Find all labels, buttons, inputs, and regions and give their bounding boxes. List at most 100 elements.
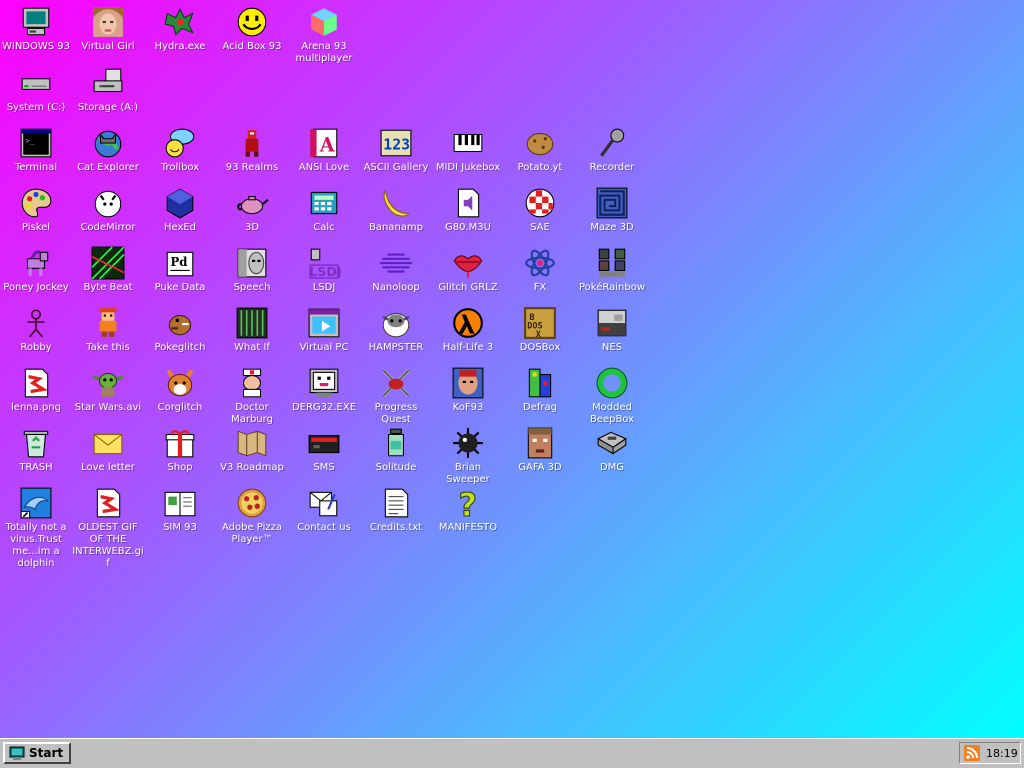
desktop-icon-93-realms[interactable]: 93 Realms [216, 126, 288, 174]
desktop-icon-windows93[interactable]: WINDOWS 93 [0, 5, 72, 53]
desktop-icon-dolphin[interactable]: Totally not a virus.Trust me...im a dolp… [0, 486, 72, 570]
desktop-icon-doctor-marburg[interactable]: Doctor Marburg [216, 366, 288, 426]
desktop-icon-brian-sweeper[interactable]: Brian Sweeper [432, 426, 504, 486]
desktop-icon-ansi-love[interactable]: A ANSI Love [288, 126, 360, 174]
desktop-icon-shop[interactable]: Shop [144, 426, 216, 474]
desktop-icon-nanoloop[interactable]: Nanoloop [360, 246, 432, 294]
desktop-icon-defrag[interactable]: Defrag [504, 366, 576, 414]
desktop-icon-modded-beepbox[interactable]: Modded BeepBox [576, 366, 648, 426]
desktop-icon-midi-jukebox[interactable]: MIDI Jukebox [432, 126, 504, 174]
desktop-icon-manifesto[interactable]: ? MANIFESTO [432, 486, 504, 534]
computer-icon [19, 5, 53, 39]
icon-label: Robby [20, 342, 52, 353]
desktop-icon-nes[interactable]: NES [576, 306, 648, 354]
desktop-icon-hydra[interactable]: Hydra.exe [144, 5, 216, 53]
desktop-icon-sim93[interactable]: SIM 93 [144, 486, 216, 534]
icon-label: Puke Data [154, 282, 206, 293]
desktop-icon-byte-beat[interactable]: Byte Beat [72, 246, 144, 294]
desktop-icon-take-this[interactable]: Take this [72, 306, 144, 354]
question-icon: ? [451, 486, 485, 520]
desktop-icon-acid-box[interactable]: Acid Box 93 [216, 5, 288, 53]
desktop-icon-adobe-pizza[interactable]: Adobe Pizza Player™ [216, 486, 288, 546]
start-button[interactable]: Start [3, 742, 71, 764]
desktop-icon-system-c[interactable]: System (C:) [0, 66, 72, 114]
desktop: WINDOWS 93 Virtual Girl Hydra.exe Acid B… [0, 0, 1024, 738]
ascii-icon: 123 [379, 126, 413, 160]
desktop-icon-terminal[interactable]: >_ Terminal [0, 126, 72, 174]
icon-label: Poney Jockey [3, 282, 69, 293]
desktop-icon-dosbox[interactable]: B DOS X DOSBox [504, 306, 576, 354]
whatif-icon [235, 306, 269, 340]
desktop-icon-derg32[interactable]: DERG32.EXE [288, 366, 360, 414]
icon-label: Recorder [589, 162, 635, 173]
desktop-icon-trash[interactable]: TRASH [0, 426, 72, 474]
rss-icon[interactable] [964, 745, 980, 761]
icon-label: Hydra.exe [154, 41, 206, 52]
ball-icon [523, 186, 557, 220]
desktop-icon-potato[interactable]: Potato.yt [504, 126, 576, 174]
clock[interactable]: 18:19 [986, 747, 1018, 760]
desktop-icon-puke-data[interactable]: Pd Puke Data [144, 246, 216, 294]
desktop-icon-3d[interactable]: 3D [216, 186, 288, 234]
lambda-icon [451, 306, 485, 340]
image-file-icon [19, 366, 53, 400]
jar-icon [379, 426, 413, 460]
desktop-icon-credits[interactable]: Credits.txt [360, 486, 432, 534]
desktop-icon-virtual-pc[interactable]: Virtual PC [288, 306, 360, 354]
desktop-icon-maze-3d[interactable]: Maze 3D [576, 186, 648, 234]
desktop-icon-progress-quest[interactable]: Progress Quest [360, 366, 432, 426]
desktop-icon-half-life-3[interactable]: Half-Life 3 [432, 306, 504, 354]
icon-label: Love letter [81, 462, 135, 473]
code-cat-icon [91, 186, 125, 220]
desktop-icon-pokerainbow[interactable]: PokéRainbow [576, 246, 648, 294]
desktop-icon-bananamp[interactable]: Bananamp [360, 186, 432, 234]
desktop-icon-arena93[interactable]: Arena 93 multiplayer [288, 5, 360, 65]
desktop-icon-g80-m3u[interactable]: G80.M3U [432, 186, 504, 234]
pixel-man-icon [91, 306, 125, 340]
calculator-icon [307, 186, 341, 220]
icon-label: Adobe Pizza Player™ [221, 522, 283, 545]
desktop-icon-piskel[interactable]: Piskel [0, 186, 72, 234]
desktop-icon-ascii-gallery[interactable]: 123 ASCII Gallery [360, 126, 432, 174]
desktop-icon-recorder[interactable]: Recorder [576, 126, 648, 174]
desktop-icon-contact-us[interactable]: Contact us [288, 486, 360, 534]
desktop-icon-poney-jockey[interactable]: Poney Jockey [0, 246, 72, 294]
pizza-icon [235, 486, 269, 520]
icon-label: V3 Roadmap [220, 462, 284, 473]
desktop-icon-hexed[interactable]: HexEd [144, 186, 216, 234]
desktop-icon-hampster[interactable]: HAMPSTER [360, 306, 432, 354]
desktop-icon-storage-a[interactable]: Storage (A:) [72, 66, 144, 114]
bytebeat-icon [91, 246, 125, 280]
desktop-icon-what-if[interactable]: What If [216, 306, 288, 354]
desktop-icon-lenna[interactable]: lenna.png [0, 366, 72, 414]
desktop-icon-corglitch[interactable]: Corglitch [144, 366, 216, 414]
icon-label: NES [601, 342, 623, 353]
desktop-icon-sms[interactable]: SMS [288, 426, 360, 474]
desktop-icon-kof93[interactable]: KoF93 [432, 366, 504, 414]
desktop-icon-dmg[interactable]: DMG [576, 426, 648, 474]
desktop-icon-gafa-3d[interactable]: GAFA 3D [504, 426, 576, 474]
desktop-icon-pokeglitch[interactable]: Pokeglitch [144, 306, 216, 354]
piano-icon [451, 126, 485, 160]
icon-label: FX [533, 282, 547, 293]
desktop-icon-cat-explorer[interactable]: Cat Explorer [72, 126, 144, 174]
desktop-icon-fx[interactable]: FX [504, 246, 576, 294]
hex-cube-icon [163, 186, 197, 220]
desktop-icon-robby[interactable]: Robby [0, 306, 72, 354]
desktop-icon-solitude[interactable]: Solitude [360, 426, 432, 474]
desktop-icon-v3-roadmap[interactable]: V3 Roadmap [216, 426, 288, 474]
icon-label: Shop [167, 462, 193, 473]
desktop-icon-lsdj[interactable]: LSDJ LSDJ [288, 246, 360, 294]
desktop-icon-trollbox[interactable]: Trollbox [144, 126, 216, 174]
desktop-icon-virtual-girl[interactable]: Virtual Girl [72, 5, 144, 53]
desktop-icon-glitch-grlz[interactable]: Glitch GRLZ [432, 246, 504, 294]
desktop-icon-codemirror[interactable]: CodeMirror [72, 186, 144, 234]
desktop-icon-love-letter[interactable]: Love letter [72, 426, 144, 474]
desktop-icon-sae[interactable]: SAE [504, 186, 576, 234]
desktop-icon-calc[interactable]: Calc [288, 186, 360, 234]
icon-label: Cat Explorer [77, 162, 139, 173]
desktop-icon-oldest-gif[interactable]: OLDEST GIF OF THE INTERWEBZ.gif [72, 486, 144, 570]
desktop-icon-speech[interactable]: Speech [216, 246, 288, 294]
stickman-icon [19, 306, 53, 340]
desktop-icon-star-wars[interactable]: Star Wars.avi [72, 366, 144, 414]
